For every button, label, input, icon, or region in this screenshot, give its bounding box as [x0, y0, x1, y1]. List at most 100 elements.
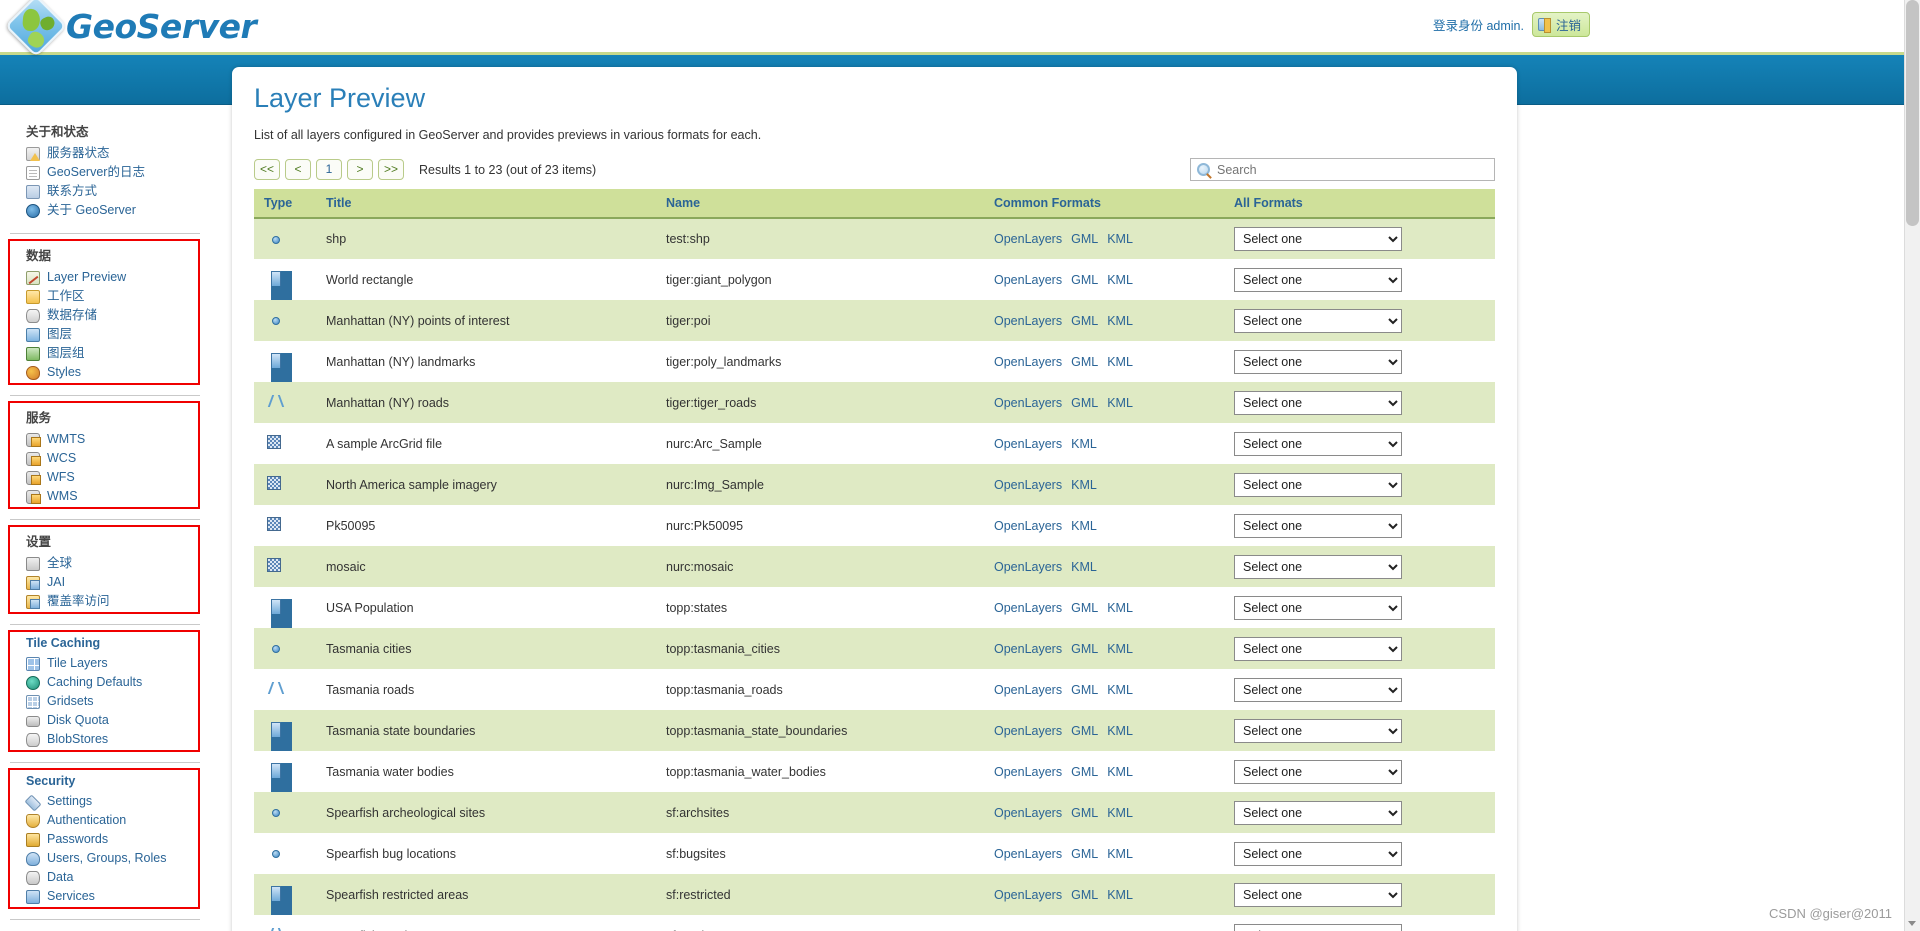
pager-next-button[interactable]: >: [347, 159, 374, 180]
format-link-openlayers[interactable]: OpenLayers: [994, 888, 1062, 902]
format-link-openlayers[interactable]: OpenLayers: [994, 478, 1062, 492]
format-link-kml[interactable]: KML: [1107, 888, 1133, 902]
format-link-openlayers[interactable]: OpenLayers: [994, 806, 1062, 820]
format-link-openlayers[interactable]: OpenLayers: [994, 765, 1062, 779]
sidebar-item-gridsets[interactable]: Gridsets: [0, 692, 232, 711]
format-link-openlayers[interactable]: OpenLayers: [994, 724, 1062, 738]
format-link-gml[interactable]: GML: [1071, 355, 1098, 369]
format-link-kml[interactable]: KML: [1107, 724, 1133, 738]
sidebar-item-tile-layers[interactable]: Tile Layers: [0, 654, 232, 673]
sidebar-item-[interactable]: 图层: [0, 325, 232, 344]
sidebar-item-[interactable]: 数据存储: [0, 306, 232, 325]
sidebar-item-layer-preview[interactable]: Layer Preview: [0, 268, 232, 287]
all-formats-select[interactable]: Select one: [1234, 759, 1402, 784]
format-link-kml[interactable]: KML: [1107, 806, 1133, 820]
all-formats-select[interactable]: Select one: [1234, 636, 1402, 661]
column-header-title[interactable]: Title: [318, 189, 658, 219]
sidebar-item-jai[interactable]: JAI: [0, 573, 232, 592]
sidebar-item-wcs[interactable]: WCS: [0, 449, 232, 468]
format-link-openlayers[interactable]: OpenLayers: [994, 560, 1062, 574]
sidebar-item-blobstores[interactable]: BlobStores: [0, 730, 232, 749]
format-link-kml[interactable]: KML: [1107, 765, 1133, 779]
sidebar-item-geoserver[interactable]: 关于 GeoServer: [0, 201, 232, 220]
format-link-kml[interactable]: KML: [1107, 642, 1133, 656]
brand-logo[interactable]: GeoServer: [4, 0, 257, 58]
sidebar-item-users-groups-roles[interactable]: Users, Groups, Roles: [0, 849, 232, 868]
format-link-openlayers[interactable]: OpenLayers: [994, 642, 1062, 656]
format-link-kml[interactable]: KML: [1071, 560, 1097, 574]
all-formats-select[interactable]: Select one: [1234, 677, 1402, 702]
all-formats-select[interactable]: Select one: [1234, 718, 1402, 743]
sidebar-item-disk-quota[interactable]: Disk Quota: [0, 711, 232, 730]
format-link-openlayers[interactable]: OpenLayers: [994, 232, 1062, 246]
format-link-openlayers[interactable]: OpenLayers: [994, 273, 1062, 287]
format-link-gml[interactable]: GML: [1071, 232, 1098, 246]
sidebar-item-services[interactable]: Services: [0, 887, 232, 906]
logout-button[interactable]: 注销: [1531, 12, 1590, 37]
format-link-kml[interactable]: KML: [1107, 396, 1133, 410]
sidebar-item-authentication[interactable]: Authentication: [0, 811, 232, 830]
all-formats-select[interactable]: Select one: [1234, 349, 1402, 374]
format-link-kml[interactable]: KML: [1107, 273, 1133, 287]
all-formats-select[interactable]: Select one: [1234, 595, 1402, 620]
sidebar-item-caching-defaults[interactable]: Caching Defaults: [0, 673, 232, 692]
scroll-down-arrow-icon[interactable]: [1908, 921, 1916, 926]
column-header-name[interactable]: Name: [658, 189, 986, 219]
sidebar-item-data[interactable]: Data: [0, 868, 232, 887]
sidebar-item-wfs[interactable]: WFS: [0, 468, 232, 487]
format-link-openlayers[interactable]: OpenLayers: [994, 601, 1062, 615]
format-link-gml[interactable]: GML: [1071, 847, 1098, 861]
all-formats-select[interactable]: Select one: [1234, 841, 1402, 866]
format-link-gml[interactable]: GML: [1071, 314, 1098, 328]
scrollbar-thumb[interactable]: [1906, 0, 1919, 226]
format-link-kml[interactable]: KML: [1107, 683, 1133, 697]
format-link-gml[interactable]: GML: [1071, 765, 1098, 779]
format-link-openlayers[interactable]: OpenLayers: [994, 683, 1062, 697]
format-link-gml[interactable]: GML: [1071, 642, 1098, 656]
format-link-kml[interactable]: KML: [1071, 478, 1097, 492]
all-formats-select[interactable]: Select one: [1234, 472, 1402, 497]
sidebar-item-passwords[interactable]: Passwords: [0, 830, 232, 849]
format-link-kml[interactable]: KML: [1107, 847, 1133, 861]
all-formats-select[interactable]: Select one: [1234, 882, 1402, 907]
sidebar-item-wms[interactable]: WMS: [0, 487, 232, 506]
format-link-kml[interactable]: KML: [1107, 314, 1133, 328]
all-formats-select[interactable]: Select one: [1234, 513, 1402, 538]
format-link-kml[interactable]: KML: [1107, 355, 1133, 369]
format-link-gml[interactable]: GML: [1071, 724, 1098, 738]
sidebar-group-title[interactable]: 演示: [0, 927, 232, 931]
sidebar-item-[interactable]: 覆盖率访问: [0, 592, 232, 611]
format-link-gml[interactable]: GML: [1071, 396, 1098, 410]
all-formats-select[interactable]: Select one: [1234, 308, 1402, 333]
format-link-kml[interactable]: KML: [1107, 601, 1133, 615]
all-formats-select[interactable]: Select one: [1234, 800, 1402, 825]
sidebar-item-[interactable]: 服务器状态: [0, 144, 232, 163]
sidebar-item-settings[interactable]: Settings: [0, 792, 232, 811]
pager-page-1-button[interactable]: 1: [316, 159, 343, 180]
format-link-openlayers[interactable]: OpenLayers: [994, 314, 1062, 328]
all-formats-select[interactable]: Select one: [1234, 431, 1402, 456]
format-link-gml[interactable]: GML: [1071, 601, 1098, 615]
sidebar-item-[interactable]: 图层组: [0, 344, 232, 363]
format-link-openlayers[interactable]: OpenLayers: [994, 847, 1062, 861]
format-link-openlayers[interactable]: OpenLayers: [994, 519, 1062, 533]
column-header-type[interactable]: Type: [254, 189, 318, 219]
format-link-openlayers[interactable]: OpenLayers: [994, 437, 1062, 451]
format-link-openlayers[interactable]: OpenLayers: [994, 355, 1062, 369]
format-link-gml[interactable]: GML: [1071, 683, 1098, 697]
page-scrollbar[interactable]: [1904, 0, 1920, 931]
pager-prev-button[interactable]: <: [285, 159, 312, 180]
pager-first-button[interactable]: <<: [254, 159, 281, 180]
format-link-kml[interactable]: KML: [1071, 519, 1097, 533]
pager-last-button[interactable]: >>: [378, 159, 405, 180]
all-formats-select[interactable]: Select one: [1234, 267, 1402, 292]
sidebar-item-geoserver[interactable]: GeoServer的日志: [0, 163, 232, 182]
sidebar-item-[interactable]: 全球: [0, 554, 232, 573]
format-link-openlayers[interactable]: OpenLayers: [994, 396, 1062, 410]
format-link-kml[interactable]: KML: [1071, 437, 1097, 451]
all-formats-select[interactable]: Select one: [1234, 227, 1402, 251]
sidebar-item-wmts[interactable]: WMTS: [0, 430, 232, 449]
all-formats-select[interactable]: Select one: [1234, 390, 1402, 415]
format-link-gml[interactable]: GML: [1071, 273, 1098, 287]
search-input[interactable]: [1215, 161, 1488, 178]
